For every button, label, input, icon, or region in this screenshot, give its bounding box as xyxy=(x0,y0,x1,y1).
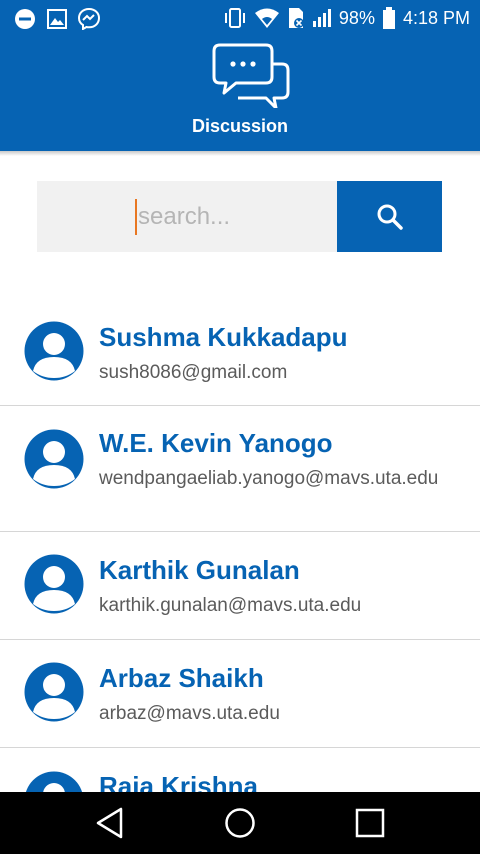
search-icon xyxy=(377,204,403,230)
recents-icon[interactable] xyxy=(354,805,386,841)
search-button[interactable] xyxy=(337,181,442,252)
contact-name: Sushma Kukkadapu xyxy=(99,322,348,352)
navigation-bar xyxy=(0,792,480,854)
contact-name: Arbaz Shaikh xyxy=(99,663,264,693)
sim-off-icon xyxy=(288,8,304,28)
contact-name: W.E. Kevin Yanogo xyxy=(99,428,333,458)
contact-list: Sushma Kukkadapu sush8086@gmail.com W.E.… xyxy=(0,302,480,848)
text-cursor xyxy=(135,198,137,235)
contact-row[interactable]: Sushma Kukkadapu sush8086@gmail.com xyxy=(0,302,480,406)
do-not-disturb-icon xyxy=(15,9,35,29)
contact-email: arbaz@mavs.uta.edu xyxy=(99,703,280,724)
contact-row[interactable]: Arbaz Shaikh arbaz@mavs.uta.edu xyxy=(0,640,480,748)
contact-row[interactable]: W.E. Kevin Yanogo wendpangaeliab.yanogo@… xyxy=(0,406,480,532)
search-input[interactable]: search... xyxy=(37,181,337,252)
page-title: Discussion xyxy=(191,116,289,136)
vibrate-icon xyxy=(224,8,245,28)
battery-icon xyxy=(382,7,395,29)
contact-row[interactable]: Karthik Gunalan karthik.gunalan@mavs.uta… xyxy=(0,532,480,640)
back-icon[interactable] xyxy=(94,805,126,841)
messenger-icon xyxy=(78,8,100,30)
avatar-icon xyxy=(24,554,84,614)
contact-email: sush8086@gmail.com xyxy=(99,362,288,383)
search-placeholder: search... xyxy=(138,202,231,230)
battery-percentage: 98% xyxy=(338,7,375,28)
home-icon[interactable] xyxy=(223,805,257,841)
avatar-icon xyxy=(24,321,84,381)
chat-bubbles-icon xyxy=(212,43,290,108)
clock: 4:18 PM xyxy=(402,7,470,28)
avatar-icon xyxy=(24,662,84,722)
avatar-icon xyxy=(24,429,84,489)
contact-email: wendpangaeliab.yanogo@mavs.uta.edu xyxy=(99,468,439,489)
system-status: 98% 4:18 PM xyxy=(223,6,470,30)
wifi-icon xyxy=(254,8,279,28)
header-shadow xyxy=(0,151,480,156)
notification-icons xyxy=(14,8,100,30)
contact-name: Karthik Gunalan xyxy=(99,555,300,585)
contact-email: karthik.gunalan@mavs.uta.edu xyxy=(99,595,362,616)
status-bar: 98% 4:18 PM xyxy=(0,0,480,36)
signal-icon xyxy=(312,9,331,27)
app-header: Discussion xyxy=(0,36,480,151)
image-icon xyxy=(47,9,67,29)
